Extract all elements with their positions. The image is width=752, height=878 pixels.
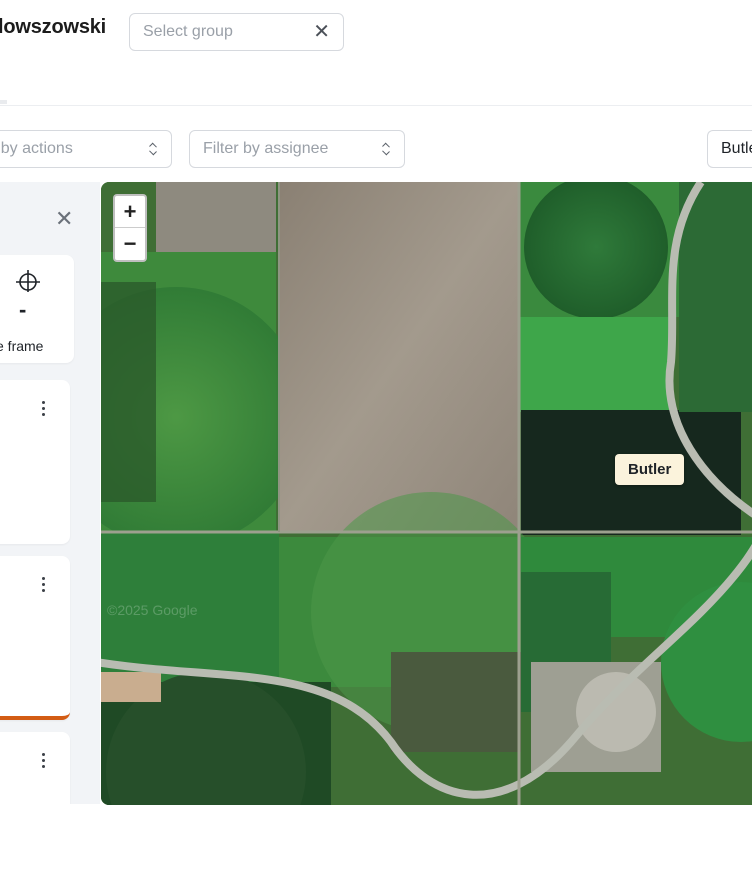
frame-value: - — [19, 297, 27, 322]
map-location-label[interactable]: Butler — [615, 454, 685, 485]
side-panel: ✕ - e frame — [0, 182, 100, 804]
filter-actions-placeholder: r by actions — [0, 140, 73, 157]
list-item[interactable] — [0, 556, 70, 720]
chevron-updown-icon — [148, 142, 158, 156]
group-select-placeholder: Select group — [143, 23, 233, 40]
kebab-menu-icon[interactable] — [42, 401, 46, 416]
kebab-menu-icon[interactable] — [42, 753, 46, 768]
tab-indicator — [0, 100, 7, 104]
filter-location-select[interactable]: Butle — [707, 130, 752, 168]
chevron-updown-icon — [381, 142, 391, 156]
frame-icon — [16, 268, 40, 299]
close-icon[interactable]: ✕ — [55, 208, 73, 230]
page-title: lowszowski — [0, 16, 107, 38]
list-item[interactable] — [0, 380, 70, 544]
frame-label: e frame — [0, 338, 44, 354]
satellite-map[interactable]: + − Butler ©2025 Google — [101, 182, 752, 805]
frame-card[interactable]: - e frame — [0, 255, 74, 363]
filter-actions-select[interactable]: r by actions — [0, 130, 172, 168]
map-attribution: ©2025 Google — [107, 602, 198, 618]
filter-location-value: Butle — [721, 140, 752, 157]
kebab-menu-icon[interactable] — [42, 577, 46, 592]
zoom-in-button[interactable]: + — [115, 196, 145, 228]
zoom-out-button[interactable]: − — [115, 228, 145, 260]
map-imagery — [101, 182, 752, 805]
group-select[interactable]: Select group ✕ — [129, 13, 344, 51]
filter-assignee-select[interactable]: Filter by assignee — [189, 130, 405, 168]
filter-assignee-placeholder: Filter by assignee — [203, 140, 329, 157]
header-divider — [0, 105, 752, 106]
list-item[interactable] — [0, 732, 70, 804]
zoom-control: + − — [113, 194, 147, 262]
close-icon[interactable]: ✕ — [313, 22, 330, 42]
